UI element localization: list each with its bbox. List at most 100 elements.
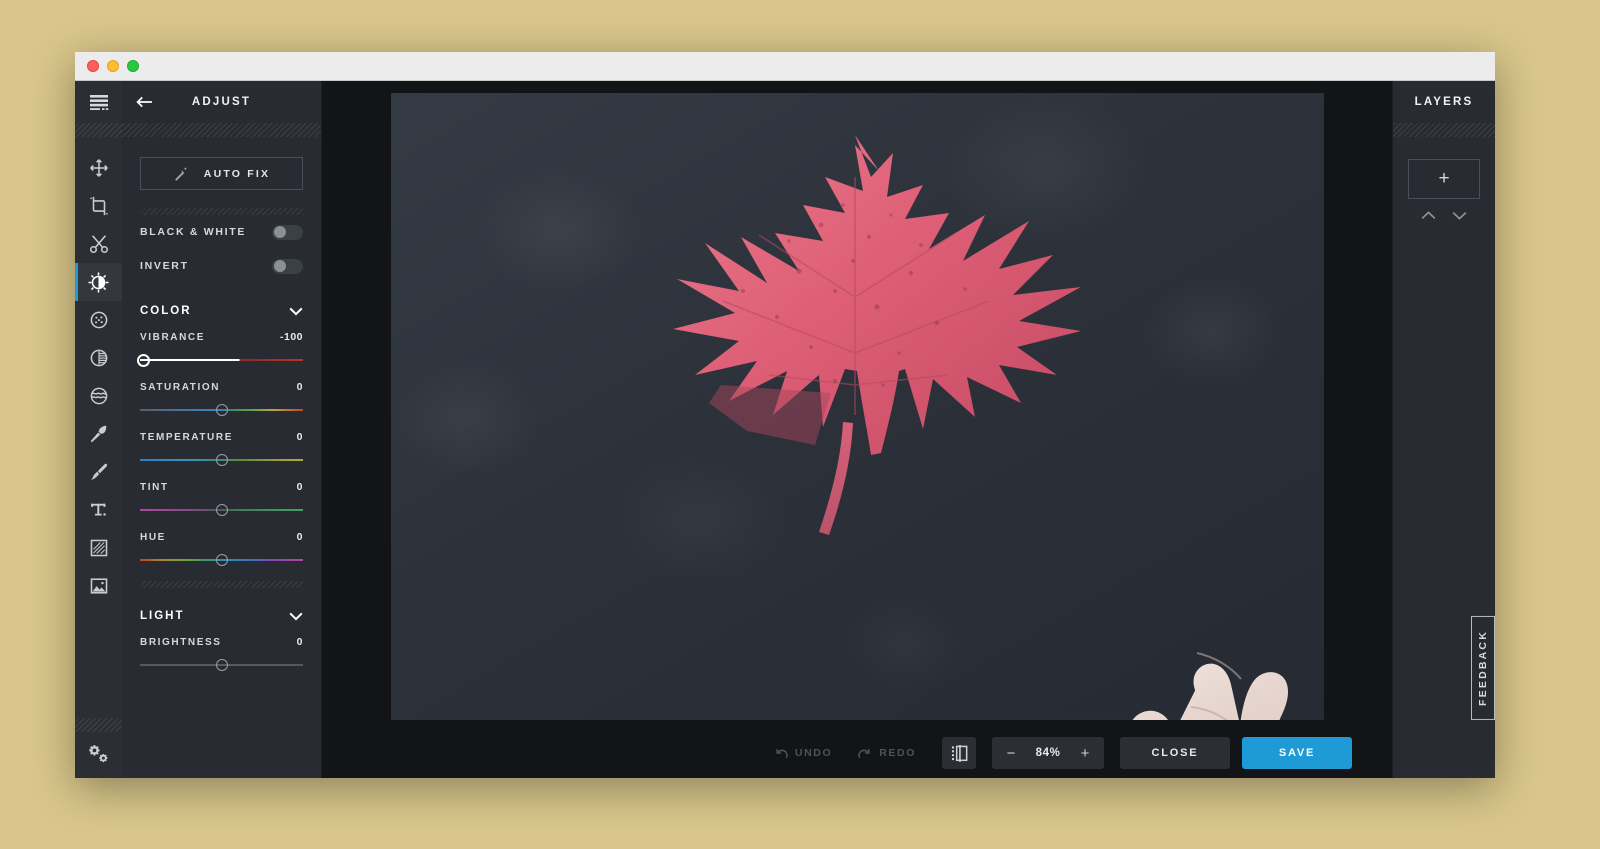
editor-window: ADJUST AUTO FIX BLACK & WHITE INVERT COL… bbox=[75, 52, 1495, 778]
slider-value: -100 bbox=[279, 331, 303, 343]
layers-panel-header: LAYERS bbox=[1393, 81, 1495, 123]
auto-fix-label: AUTO FIX bbox=[203, 167, 271, 180]
panel-section-divider bbox=[140, 581, 303, 588]
save-button[interactable]: SAVE bbox=[1242, 737, 1352, 769]
picture-icon bbox=[90, 578, 107, 594]
layers-title: LAYERS bbox=[1414, 96, 1474, 108]
window-titlebar bbox=[75, 52, 1495, 81]
slider-handle[interactable] bbox=[137, 353, 151, 367]
slider-label: BRIGHTNESS bbox=[140, 637, 222, 648]
hatched-square-icon bbox=[90, 539, 107, 557]
slider-vibrance[interactable]: VIBRANCE -100 bbox=[137, 331, 303, 367]
zoom-out-button[interactable]: − bbox=[996, 746, 1026, 761]
slider-track[interactable] bbox=[140, 359, 303, 361]
feedback-tab[interactable]: FEEDBACK bbox=[1471, 616, 1495, 720]
tool-rail bbox=[75, 81, 122, 778]
black-and-white-switch[interactable] bbox=[272, 224, 303, 240]
toggle-invert[interactable]: INVERT bbox=[140, 249, 303, 283]
rail-divider-hatch bbox=[75, 123, 122, 137]
close-window-button[interactable] bbox=[87, 60, 99, 72]
tool-frames[interactable] bbox=[75, 529, 122, 567]
tool-move[interactable] bbox=[75, 149, 122, 187]
undo-button[interactable]: UNDO bbox=[774, 747, 832, 759]
chevron-down-icon bbox=[289, 307, 303, 316]
tool-stickers[interactable] bbox=[75, 567, 122, 605]
fit-to-screen-button[interactable] bbox=[942, 737, 976, 769]
toggle-black-and-white[interactable]: BLACK & WHITE bbox=[140, 215, 303, 249]
layer-order-controls bbox=[1393, 211, 1495, 220]
slider-saturation[interactable]: SATURATION 0 bbox=[140, 381, 303, 417]
crop-icon bbox=[89, 196, 108, 216]
half-striped-circle-icon bbox=[90, 349, 107, 367]
hamburger-menu-icon bbox=[89, 95, 108, 110]
hand bbox=[1132, 652, 1288, 720]
image-canvas[interactable] bbox=[390, 93, 1324, 720]
tool-adjust[interactable] bbox=[75, 263, 122, 301]
close-button[interactable]: CLOSE bbox=[1120, 737, 1230, 769]
auto-fix-button[interactable]: AUTO FIX bbox=[140, 157, 303, 190]
chevron-down-icon bbox=[289, 612, 303, 621]
tool-overlays[interactable] bbox=[75, 339, 122, 377]
tool-cut[interactable] bbox=[75, 225, 122, 263]
dotted-circle-icon bbox=[90, 311, 107, 329]
slider-value: 0 bbox=[296, 431, 303, 443]
redo-button[interactable]: REDO bbox=[858, 747, 916, 759]
chevron-up-icon bbox=[1421, 211, 1436, 220]
gears-icon bbox=[89, 745, 108, 763]
slider-handle[interactable] bbox=[215, 454, 228, 466]
tool-text[interactable] bbox=[75, 491, 122, 529]
slider-hue[interactable]: HUE 0 bbox=[140, 531, 303, 567]
brightness-contrast-icon bbox=[88, 272, 109, 292]
redo-label: REDO bbox=[879, 747, 916, 759]
brush-cone-icon bbox=[90, 425, 106, 443]
move-arrows-icon bbox=[89, 159, 108, 177]
slider-handle[interactable] bbox=[215, 659, 228, 671]
rail-bottom-hatch bbox=[75, 718, 122, 732]
scissors-icon bbox=[89, 235, 108, 254]
adjust-panel-body: AUTO FIX BLACK & WHITE INVERT COLOR VIBR… bbox=[122, 137, 321, 778]
maple-leaf bbox=[672, 135, 1081, 455]
menu-button[interactable] bbox=[75, 81, 122, 123]
toggle-label: BLACK & WHITE bbox=[140, 226, 247, 238]
slider-tint[interactable]: TINT 0 bbox=[140, 481, 303, 517]
zoom-value: 84% bbox=[1035, 747, 1061, 759]
fit-to-screen-icon bbox=[951, 744, 967, 762]
move-layer-down-button[interactable] bbox=[1452, 211, 1467, 220]
adjust-panel: ADJUST AUTO FIX BLACK & WHITE INVERT COL… bbox=[122, 81, 322, 778]
slider-handle[interactable] bbox=[215, 554, 228, 566]
minimize-window-button[interactable] bbox=[107, 60, 119, 72]
add-layer-button[interactable]: + bbox=[1408, 159, 1480, 199]
slider-temperature[interactable]: TEMPERATURE 0 bbox=[140, 431, 303, 467]
back-arrow-icon bbox=[136, 96, 152, 108]
wave-circle-icon bbox=[90, 387, 107, 405]
slider-label: HUE bbox=[140, 532, 166, 543]
adjust-panel-header: ADJUST bbox=[122, 81, 321, 123]
panel-section-divider bbox=[140, 208, 303, 215]
undo-arrow-icon bbox=[776, 748, 788, 758]
invert-switch[interactable] bbox=[272, 258, 303, 274]
redo-arrow-icon bbox=[858, 748, 870, 758]
settings-button[interactable] bbox=[75, 732, 122, 778]
slider-brightness[interactable]: BRIGHTNESS 0 bbox=[140, 636, 303, 672]
tool-retouch[interactable] bbox=[75, 415, 122, 453]
zoom-in-button[interactable]: + bbox=[1070, 746, 1100, 761]
paintbrush-icon bbox=[90, 463, 107, 480]
toggle-label: INVERT bbox=[140, 260, 189, 272]
back-button[interactable] bbox=[136, 96, 153, 109]
slider-handle[interactable] bbox=[215, 504, 228, 516]
group-header-color[interactable]: COLOR bbox=[140, 291, 303, 331]
undo-label: UNDO bbox=[794, 747, 833, 759]
app-body: ADJUST AUTO FIX BLACK & WHITE INVERT COL… bbox=[75, 81, 1495, 778]
slider-value: 0 bbox=[296, 481, 303, 493]
bottom-toolbar: UNDO REDO − 84% + CLOSE SAVE bbox=[322, 720, 1392, 778]
slider-handle[interactable] bbox=[215, 404, 228, 416]
tool-texture[interactable] bbox=[75, 377, 122, 415]
move-layer-up-button[interactable] bbox=[1421, 211, 1436, 220]
tool-crop[interactable] bbox=[75, 187, 122, 225]
slider-value: 0 bbox=[296, 381, 303, 393]
group-header-light[interactable]: LIGHT bbox=[140, 596, 303, 636]
maximize-window-button[interactable] bbox=[127, 60, 139, 72]
tool-effects[interactable] bbox=[75, 301, 122, 339]
tool-paint[interactable] bbox=[75, 453, 122, 491]
layers-header-hatch bbox=[1393, 123, 1495, 137]
